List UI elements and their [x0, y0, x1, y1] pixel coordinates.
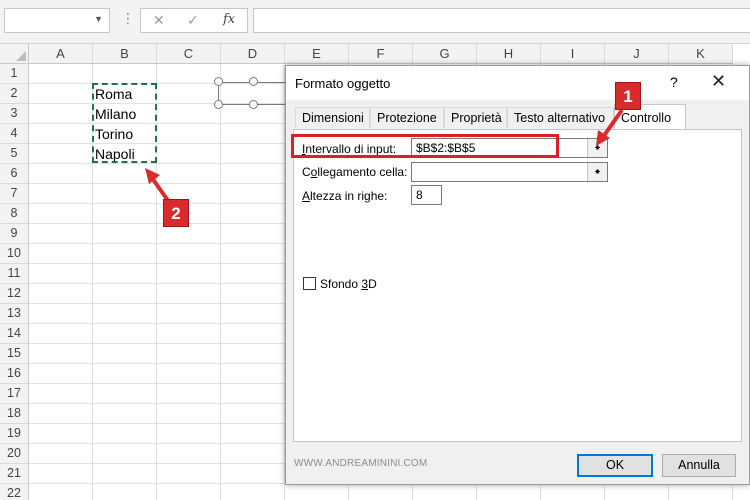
annotation-arrows	[145, 108, 624, 204]
arrow-1-line	[601, 108, 624, 139]
annotation-badge-2: 2	[163, 199, 189, 227]
annotation-badge-1: 1	[615, 82, 641, 110]
